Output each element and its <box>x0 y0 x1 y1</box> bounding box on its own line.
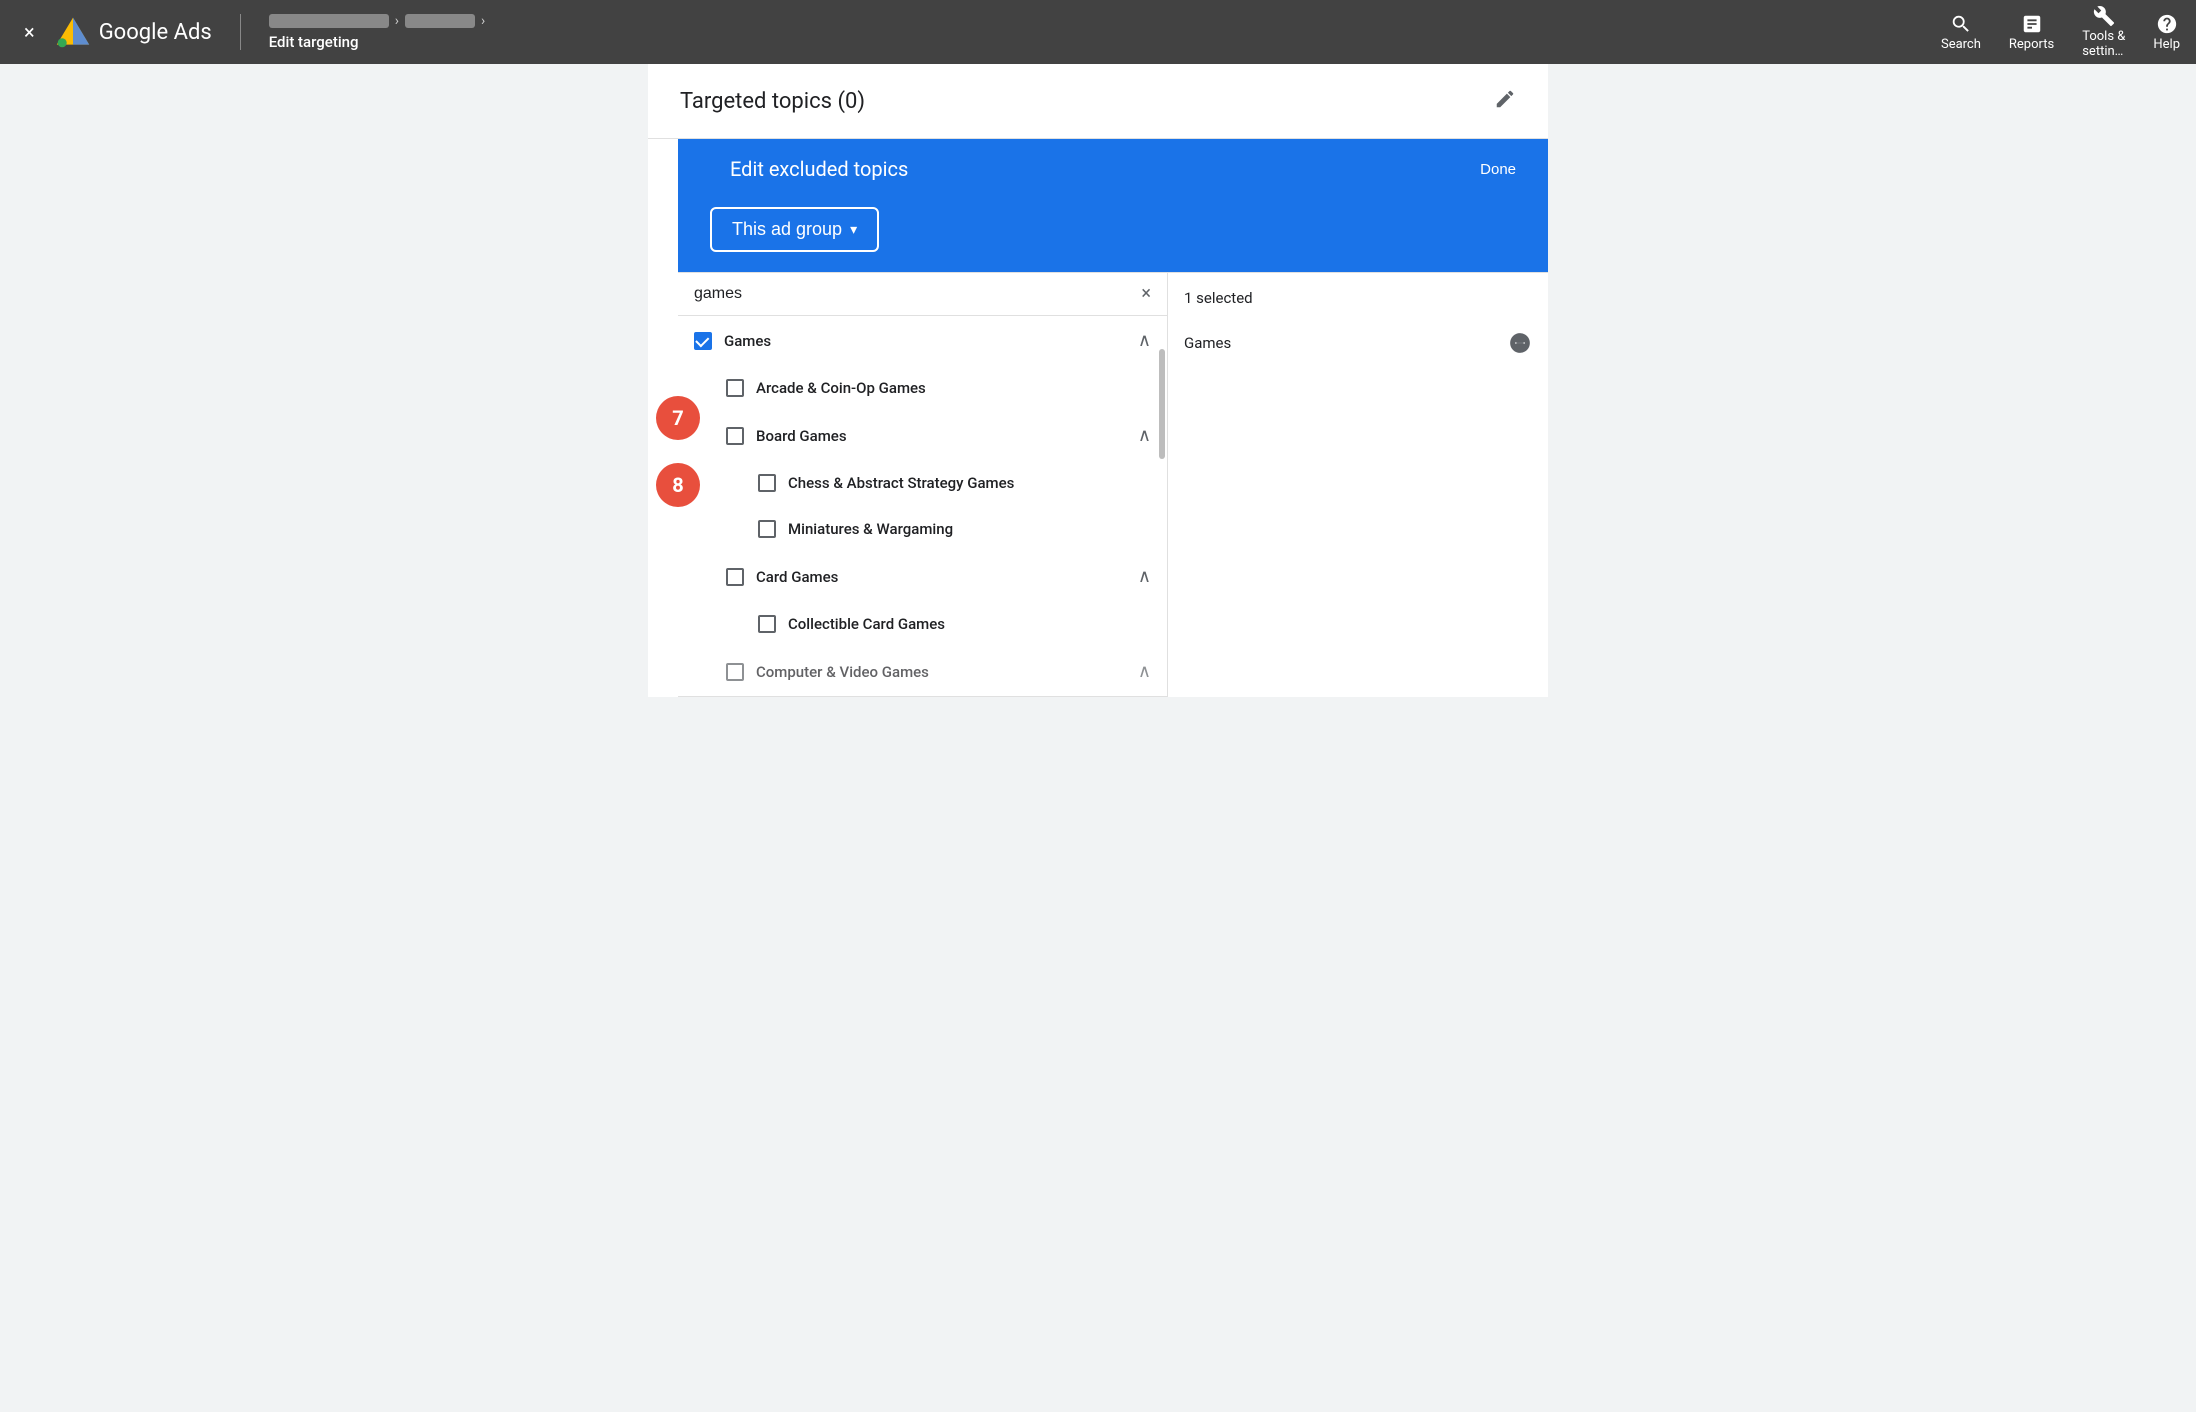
topic-label-card-games: Card Games <box>756 568 1126 586</box>
topic-row-collectible[interactable]: Collectible Card Games <box>678 601 1167 647</box>
checkbox-computer-video[interactable] <box>726 663 744 681</box>
reports-nav-label: Reports <box>2009 37 2054 52</box>
topic-label-arcade: Arcade & Coin-Op Games <box>756 379 1151 397</box>
collapse-card-games-icon[interactable]: ∧ <box>1138 566 1151 587</box>
blue-section-header: Edit excluded topics Done <box>678 139 1548 199</box>
topic-label-collectible: Collectible Card Games <box>788 615 1151 633</box>
search-nav-label: Search <box>1941 37 1981 52</box>
topbar-right: Search Reports Tools &settin… Help <box>1941 5 2180 59</box>
topic-item-card-games: Card Games ∧ Collectible Card Games <box>678 552 1167 647</box>
checkbox-card-games[interactable] <box>726 568 744 586</box>
topic-row-board-games[interactable]: Board Games ∧ <box>678 411 1167 460</box>
remove-circle-icon <box>1509 332 1531 354</box>
adgroup-label: This ad group <box>732 219 842 240</box>
help-nav-label: Help <box>2153 37 2180 52</box>
topic-label-games: Games <box>724 332 1126 350</box>
selected-item-games: Games <box>1184 323 1532 363</box>
adgroup-dropdown-icon: ▾ <box>850 221 857 238</box>
tools-icon <box>2093 5 2115 27</box>
search-icon <box>1950 13 1972 35</box>
adgroup-button[interactable]: This ad group ▾ <box>710 207 879 252</box>
topbar-divider <box>240 14 241 50</box>
adgroup-row: This ad group ▾ <box>678 199 1548 272</box>
help-nav-button[interactable]: Help <box>2153 13 2180 52</box>
main-content: Targeted topics (0) 7 Edit excluded topi… <box>648 64 1548 697</box>
topic-row-card-games[interactable]: Card Games ∧ <box>678 552 1167 601</box>
topic-label-chess: Chess & Abstract Strategy Games <box>788 474 1151 492</box>
breadcrumb-path: › › <box>269 13 485 29</box>
breadcrumb: › › Edit targeting <box>269 13 485 51</box>
done-button[interactable]: Done <box>1480 161 1516 178</box>
checkbox-collectible[interactable] <box>758 615 776 633</box>
search-input[interactable] <box>694 285 1133 303</box>
topic-item-computer-video: Computer & Video Games ∧ <box>678 647 1167 696</box>
breadcrumb-item-1 <box>269 14 389 28</box>
tools-nav-button[interactable]: Tools &settin… <box>2082 5 2125 59</box>
step-8-badge: 8 <box>656 463 700 507</box>
topic-row-miniatures[interactable]: Miniatures & Wargaming <box>678 506 1167 552</box>
scrollbar-track <box>1159 329 1165 697</box>
topic-item-chess: Chess & Abstract Strategy Games <box>678 460 1167 506</box>
reports-nav-button[interactable]: Reports <box>2009 13 2054 52</box>
checkbox-board-games[interactable] <box>726 427 744 445</box>
edit-excluded-title: Edit excluded topics <box>730 157 908 181</box>
google-ads-text: Google Ads <box>99 20 212 45</box>
topic-row-chess[interactable]: Chess & Abstract Strategy Games <box>678 460 1167 506</box>
search-clear-button[interactable]: × <box>1141 285 1151 303</box>
topic-item-board-games: Board Games ∧ Chess & Abstract Strategy … <box>678 411 1167 552</box>
panel-container: × Games ∧ <box>678 272 1548 697</box>
remove-games-button[interactable] <box>1508 331 1532 355</box>
topic-item-arcade: Arcade & Coin-Op Games <box>678 365 1167 411</box>
close-button[interactable]: × <box>16 18 43 46</box>
topic-row-games[interactable]: Games ∧ <box>678 316 1167 365</box>
pencil-icon <box>1494 88 1516 110</box>
google-ads-logo: Google Ads <box>55 14 212 50</box>
checkbox-chess[interactable] <box>758 474 776 492</box>
step-7-badge: 7 <box>656 396 700 440</box>
scrollbar-thumb[interactable] <box>1159 349 1165 459</box>
google-ads-logo-icon <box>55 14 91 50</box>
topic-label-board-games: Board Games <box>756 427 1126 445</box>
topic-list: Games ∧ Arcade & Coin-Op Games <box>678 316 1167 697</box>
edit-targeting-label: Edit targeting <box>269 33 485 51</box>
topic-item-collectible: Collectible Card Games <box>678 601 1167 647</box>
checkbox-games[interactable] <box>694 332 712 350</box>
collapse-games-icon[interactable]: ∧ <box>1138 330 1151 351</box>
targeted-topics-header: Targeted topics (0) <box>648 64 1548 139</box>
search-nav-button[interactable]: Search <box>1941 13 1981 52</box>
topic-item-miniatures: Miniatures & Wargaming <box>678 506 1167 552</box>
topic-label-miniatures: Miniatures & Wargaming <box>788 520 1151 538</box>
selected-item-label-games: Games <box>1184 334 1231 352</box>
breadcrumb-chevron-1: › <box>395 13 399 29</box>
breadcrumb-item-2 <box>405 14 475 28</box>
left-panel: × Games ∧ <box>678 273 1168 697</box>
topbar: × Google Ads › › Edit targeting Search <box>0 0 2196 64</box>
collapse-board-games-icon[interactable]: ∧ <box>1138 425 1151 446</box>
right-panel: 1 selected Games <box>1168 273 1548 697</box>
targeted-topics-title: Targeted topics (0) <box>680 89 865 114</box>
breadcrumb-chevron-2: › <box>481 13 485 29</box>
search-bar: × <box>678 273 1167 316</box>
topic-row-computer-video[interactable]: Computer & Video Games ∧ <box>678 647 1167 696</box>
panel-wrapper: 8 × <box>678 272 1548 697</box>
help-icon <box>2156 13 2178 35</box>
topbar-left: × Google Ads › › Edit targeting <box>16 13 485 51</box>
checkbox-arcade[interactable] <box>726 379 744 397</box>
topic-item-games: Games ∧ Arcade & Coin-Op Games <box>678 316 1167 697</box>
selected-count: 1 selected <box>1184 289 1532 307</box>
reports-icon <box>2021 13 2043 35</box>
tools-nav-label: Tools &settin… <box>2082 29 2125 59</box>
edit-excluded-section: 7 Edit excluded topics Done This ad grou… <box>678 139 1548 697</box>
checkbox-miniatures[interactable] <box>758 520 776 538</box>
topic-row-arcade[interactable]: Arcade & Coin-Op Games <box>678 365 1167 411</box>
expand-computer-video-icon[interactable]: ∧ <box>1138 661 1151 682</box>
topic-label-computer-video: Computer & Video Games <box>756 663 1126 681</box>
edit-pencil-button[interactable] <box>1494 88 1516 114</box>
